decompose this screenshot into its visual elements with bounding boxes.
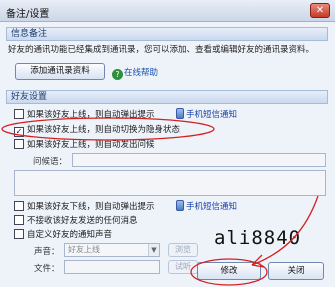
sms-notify-link-offline[interactable]: 手机短信通知	[176, 200, 237, 212]
online-help-link[interactable]: ? 在线帮助	[112, 66, 158, 80]
help-icon: ?	[112, 69, 123, 80]
greeting-input[interactable]	[72, 153, 326, 167]
sound-select[interactable]: 好友上线 ▼	[64, 243, 160, 257]
add-contact-info-button[interactable]: 添加通讯录资料	[15, 63, 105, 80]
option-offline-popup[interactable]: 如果该好友下线，则自动弹出提示	[14, 200, 155, 213]
checkbox[interactable]	[14, 229, 24, 239]
sound-select-value: 好友上线	[68, 245, 100, 254]
sound-label: 声音：	[34, 247, 60, 257]
option-label: 如果该好友上线，则自动弹出提示	[27, 110, 155, 120]
sms-notify-label: 手机短信通知	[186, 110, 238, 120]
chevron-down-icon: ▼	[148, 244, 159, 256]
dialog-body: 信息备注 好友的通讯功能已经集成到通讯录，您可以添加、查看或编辑好友的通讯录资料…	[0, 22, 335, 287]
play-sound-button[interactable]: 试听	[168, 260, 198, 274]
info-description: 好友的通讯功能已经集成到通讯录，您可以添加、查看或编辑好友的通讯录资料。	[8, 45, 315, 55]
info-section-header: 信息备注	[6, 27, 328, 41]
window-title: 备注/设置	[6, 9, 50, 20]
option-online-greeting[interactable]: 如果该好友上线，则自动发出问候	[14, 138, 155, 151]
option-label: 如果该好友上线，则自动发出问候	[27, 140, 155, 150]
option-online-invisible[interactable]: ✓ 如果该好友上线，则自动切换为隐身状态	[14, 123, 181, 137]
title-bar: 备注/设置 ✕	[0, 0, 335, 22]
friend-section-header: 好友设置	[6, 90, 328, 104]
checkbox[interactable]	[14, 109, 24, 119]
option-label: 如果该好友上线，则自动切换为隐身状态	[27, 125, 181, 135]
greeting-label: 问候语：	[33, 157, 68, 167]
online-help-label: 在线帮助	[124, 68, 159, 78]
checkbox[interactable]	[14, 201, 24, 211]
phone-icon	[176, 108, 184, 119]
close-button[interactable]: 关闭	[268, 262, 324, 280]
option-label: 自定义好友的通知声音	[27, 230, 113, 240]
close-window-button[interactable]: ✕	[310, 3, 330, 18]
option-label: 如果该好友下线，则自动弹出提示	[27, 202, 155, 212]
option-block-messages[interactable]: 不接收该好友发送的任何消息	[14, 214, 138, 227]
checkbox[interactable]	[14, 139, 24, 149]
sms-notify-label: 手机短信通知	[186, 202, 238, 212]
option-label: 不接收该好友发送的任何消息	[27, 216, 138, 226]
option-custom-sound[interactable]: 自定义好友的通知声音	[14, 228, 112, 241]
phone-icon	[176, 200, 184, 211]
option-online-popup[interactable]: 如果该好友上线，则自动弹出提示	[14, 108, 155, 121]
browse-sound-button[interactable]: 浏览	[168, 243, 198, 257]
checkbox[interactable]	[14, 215, 24, 225]
modify-button[interactable]: 修改	[197, 262, 261, 280]
checkbox-checked[interactable]: ✓	[14, 127, 24, 137]
greeting-textarea[interactable]	[14, 170, 326, 196]
sound-file-input[interactable]	[64, 260, 160, 274]
file-label: 文件：	[34, 264, 60, 274]
sms-notify-link-online[interactable]: 手机短信通知	[176, 108, 237, 120]
watermark-text: ali8840	[214, 227, 302, 249]
